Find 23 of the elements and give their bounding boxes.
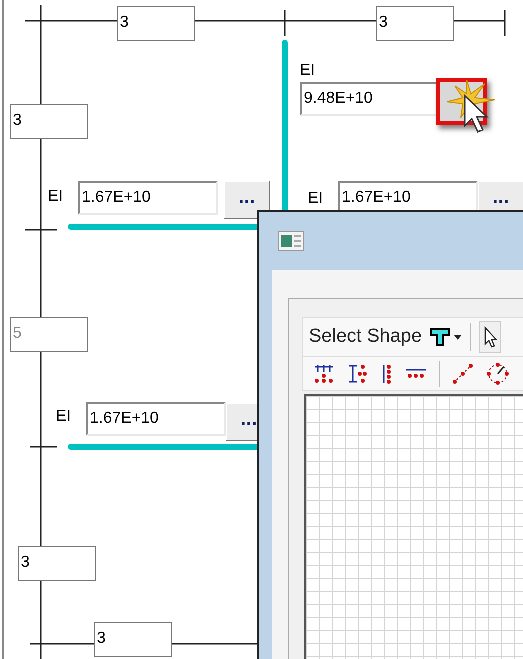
input-field[interactable]: 1.67E+10 bbox=[86, 402, 226, 436]
caret-icon[interactable] bbox=[454, 334, 462, 340]
arc-icon[interactable] bbox=[486, 362, 510, 386]
browse-button[interactable]: ... bbox=[224, 181, 270, 219]
dimension-box[interactable]: 3 bbox=[94, 622, 172, 657]
field-label: EI bbox=[308, 189, 324, 209]
dimension-box[interactable]: 3 bbox=[10, 104, 88, 139]
field-label: EI bbox=[300, 61, 316, 81]
pointer-icon[interactable] bbox=[479, 321, 502, 353]
vertical-nodes-icon[interactable] bbox=[347, 364, 369, 384]
dimension-box[interactable]: 3 bbox=[18, 546, 96, 581]
dimension-box[interactable]: 3 bbox=[117, 6, 195, 41]
horizontal-nodes-icon[interactable] bbox=[313, 364, 335, 384]
app-icon bbox=[278, 231, 304, 251]
line-icon[interactable] bbox=[452, 362, 474, 384]
column-nodes-icon[interactable] bbox=[381, 364, 393, 384]
dimension-box[interactable]: 3 bbox=[376, 6, 454, 41]
shape-selector-label: Select Shape bbox=[309, 324, 422, 349]
field-label: EI bbox=[48, 187, 64, 207]
input-field[interactable]: 1.67E+10 bbox=[78, 181, 218, 215]
field-label: EI bbox=[56, 407, 72, 427]
t-shape-icon[interactable] bbox=[430, 328, 450, 346]
row-nodes-icon[interactable] bbox=[405, 368, 427, 380]
